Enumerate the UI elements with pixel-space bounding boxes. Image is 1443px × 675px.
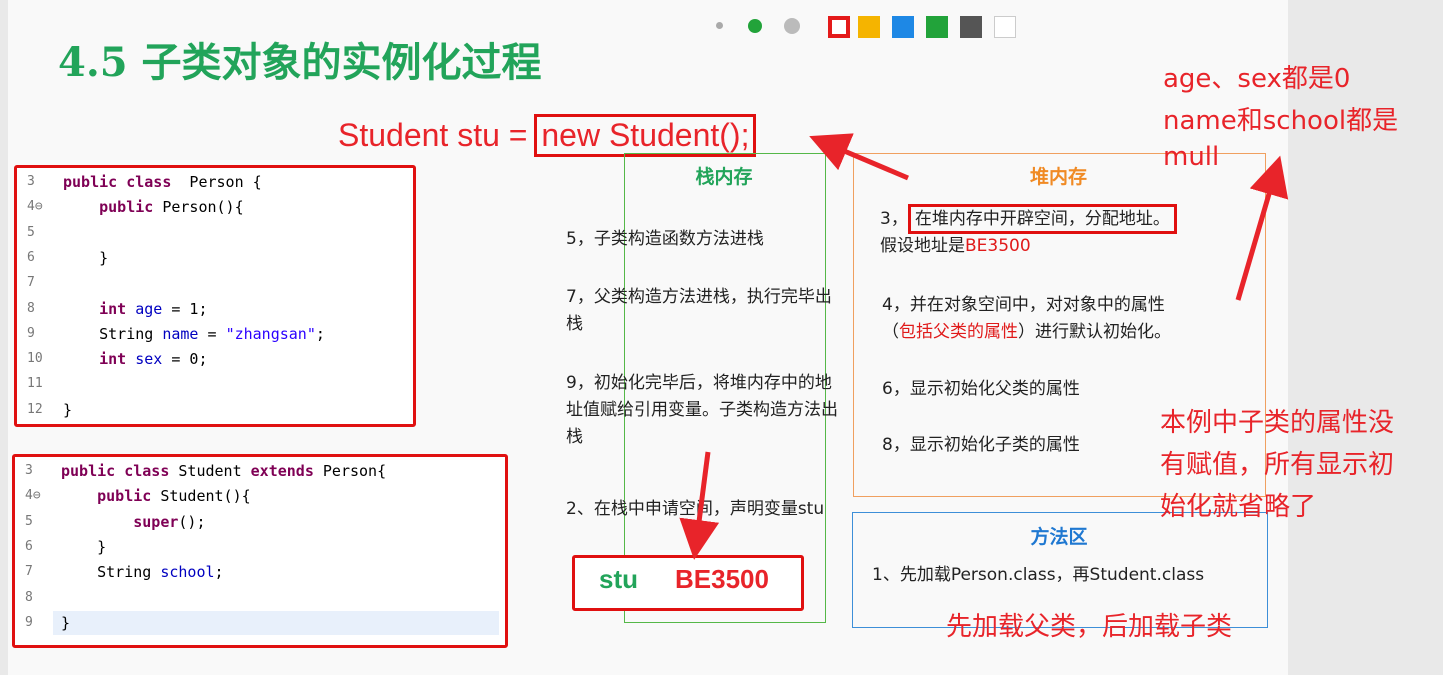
arrows-overlay [679,133,1289,560]
arrow-annotation-to-heap [1235,155,1289,301]
slide: 4.5 子类对象的实例化过程 Student stu = new Student… [8,0,1398,675]
arrow-stack-to-variable [679,451,720,560]
arrow-heap-to-new [809,133,909,181]
